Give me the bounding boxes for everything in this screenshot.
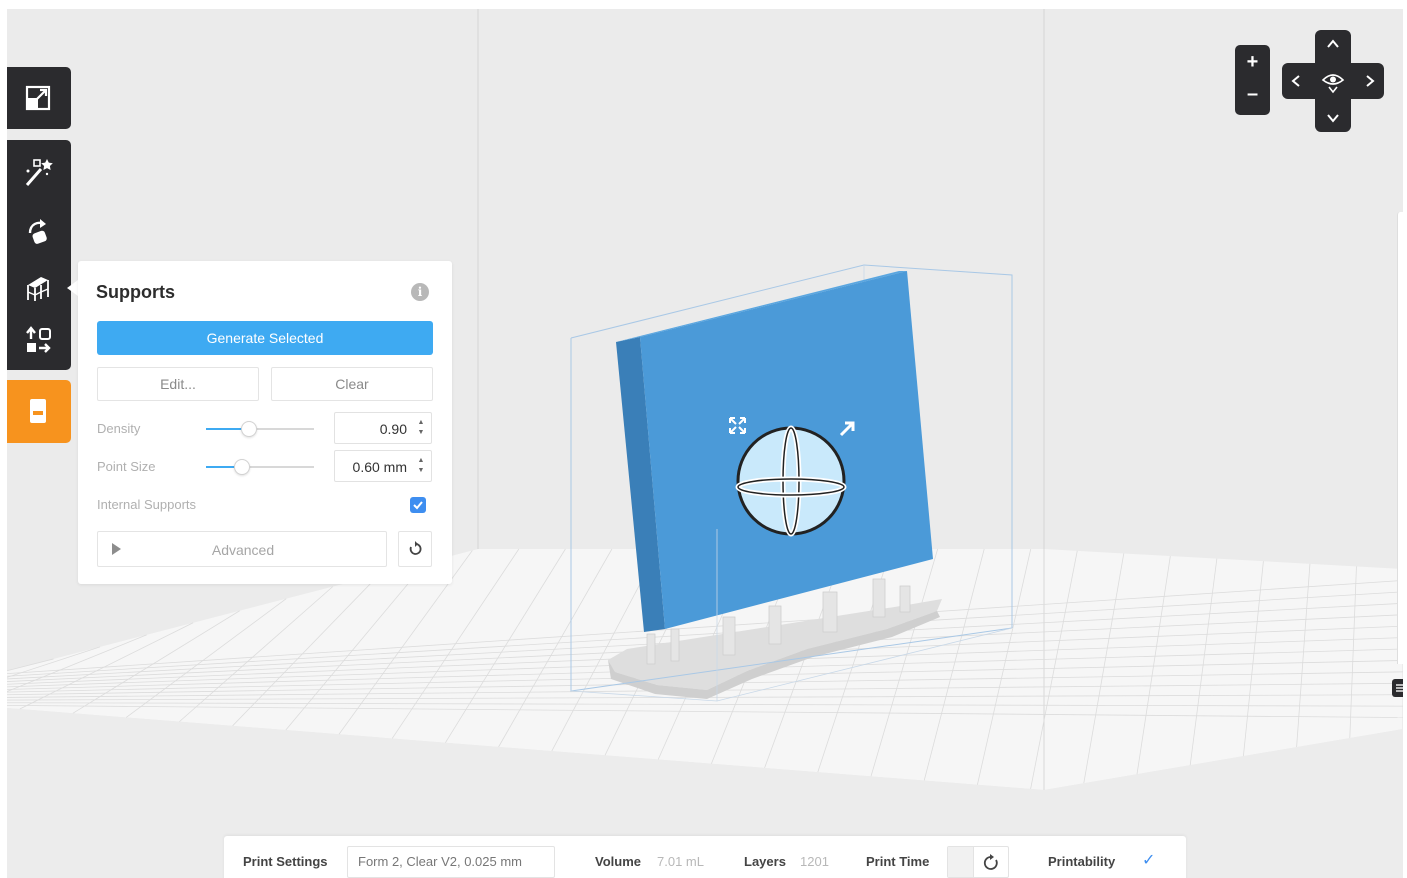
advanced-toggle[interactable]: Advanced [97,531,387,567]
home-view-icon[interactable] [1319,67,1347,95]
panel-handle-icon[interactable] [1392,679,1403,697]
layers-label: Layers [744,854,786,869]
print-settings-select[interactable]: Form 2, Clear V2, 0.025 mm [347,846,555,878]
scale-icon [25,85,51,111]
point-size-slider-handle[interactable] [233,459,250,475]
pan-right-icon[interactable] [1364,74,1376,88]
magic-wand-button[interactable] [7,144,69,200]
view-navigation-pad [1282,30,1384,132]
magic-wand-icon [25,159,53,186]
reset-button[interactable] [398,531,432,567]
printability-check-icon: ✓ [1142,852,1156,869]
volume-label: Volume [595,854,641,869]
density-label: Density [97,421,141,436]
zoom-in-button[interactable]: + [1235,51,1270,74]
supports-icon [27,277,49,301]
print-settings-label: Print Settings [243,854,328,869]
checkmark-icon [413,501,423,510]
point-size-field[interactable]: 0.60 mm ▲ ▼ [334,450,432,482]
supports-button[interactable] [7,260,69,316]
internal-supports-checkbox[interactable] [410,497,426,513]
volume-value: 7.01 mL [657,854,704,869]
clear-button[interactable]: Clear [271,367,433,401]
print-time-label: Print Time [866,854,930,869]
reset-icon [409,541,422,555]
print-job-icon [30,399,46,423]
pan-up-icon[interactable] [1326,38,1340,50]
toolbar-print-group [7,380,71,443]
advanced-label: Advanced [211,542,275,558]
status-bar: Print Settings Form 2, Clear V2, 0.025 m… [224,836,1186,878]
print-job-button[interactable] [7,383,69,439]
printability-label: Printability [1048,854,1116,869]
info-icon[interactable]: i [411,283,429,301]
point-size-slider[interactable] [206,459,314,475]
toolbar-scale-group [7,67,71,129]
layout-button[interactable] [7,312,69,368]
internal-supports-label: Internal Supports [97,497,197,512]
point-size-stepper-icon[interactable]: ▲ ▼ [417,456,425,476]
generate-selected-button[interactable]: Generate Selected [97,321,433,355]
panel-pointer [67,280,78,296]
density-slider[interactable] [206,421,314,437]
edit-button[interactable]: Edit... [97,367,259,401]
layers-value: 1201 [800,854,829,869]
density-slider-handle[interactable] [241,421,258,437]
orientation-button[interactable] [7,204,69,260]
zoom-out-button[interactable]: – [1235,83,1270,106]
zoom-control: + – [1235,45,1270,115]
panel-title: Supports [96,282,175,302]
orientation-gizmo [735,425,847,537]
pan-left-icon[interactable] [1290,74,1302,88]
refresh-icon[interactable] [982,854,1000,872]
right-panel-edge [1397,212,1403,664]
rotate-icon [28,219,47,244]
density-field[interactable]: 0.90 ▲ ▼ [334,412,432,444]
point-size-value: 0.60 mm [352,459,407,475]
layout-icon [26,326,51,353]
point-size-label: Point Size [97,459,156,474]
scale-button[interactable] [7,70,69,126]
density-value: 0.90 [379,421,407,437]
supports-panel: Supports i Generate Selected Edit... Cle… [78,261,452,584]
toolbar-main-group [7,140,71,370]
print-time-control[interactable] [947,846,1009,878]
pan-down-icon[interactable] [1326,112,1340,124]
density-stepper-icon[interactable]: ▲ ▼ [417,418,425,438]
